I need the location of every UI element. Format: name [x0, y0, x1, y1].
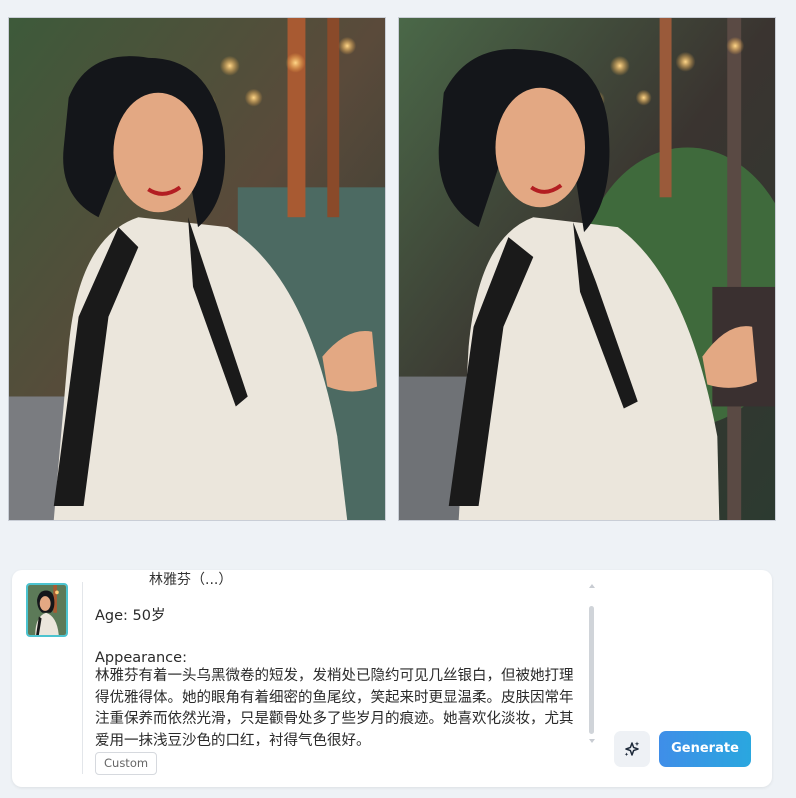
- clipped-text-line: 林雅芬（...）: [149, 572, 233, 586]
- generate-button[interactable]: Generate: [659, 731, 751, 767]
- divider: [82, 582, 83, 774]
- portrait-illustration: [9, 18, 385, 520]
- prompt-textarea[interactable]: 林雅芬（...） Age: 50岁 Appearance: 林雅芬有着一头乌黑微…: [95, 570, 590, 746]
- scroll-up-arrow-icon[interactable]: [589, 584, 595, 588]
- scroll-thumb[interactable]: [589, 606, 594, 734]
- appearance-text: 林雅芬有着一头乌黑微卷的短发，发梢处已隐约可见几丝银白，但被她打理得优雅得体。她…: [95, 668, 574, 746]
- portrait-illustration: [399, 18, 775, 520]
- scrollbar[interactable]: [588, 584, 596, 746]
- reference-thumbnail[interactable]: [26, 583, 68, 637]
- generated-image[interactable]: [398, 17, 776, 521]
- custom-tag-button[interactable]: Custom: [95, 752, 158, 775]
- original-image[interactable]: [8, 17, 386, 521]
- enhance-prompt-button[interactable]: [614, 731, 650, 767]
- prompt-composer: 林雅芬（...） Age: 50岁 Appearance: 林雅芬有着一头乌黑微…: [12, 570, 772, 787]
- scroll-down-arrow-icon[interactable]: [589, 739, 595, 743]
- age-line: Age: 50岁: [95, 608, 166, 624]
- portrait-thumbnail-icon: [28, 585, 66, 635]
- sparkle-icon: [624, 741, 640, 757]
